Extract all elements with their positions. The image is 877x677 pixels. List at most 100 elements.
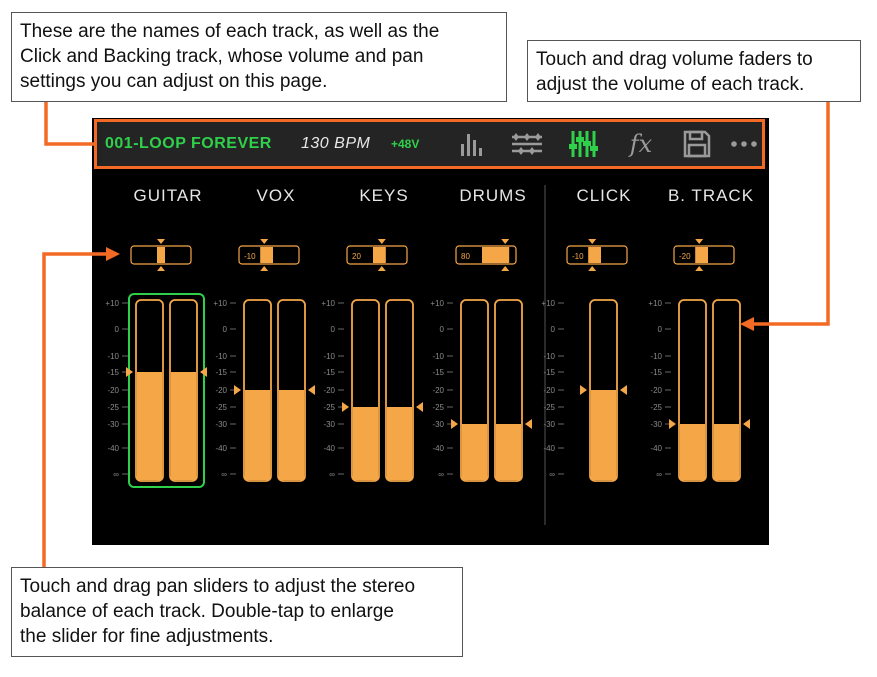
scale-label: -25 [323,403,335,412]
fader-handle-left[interactable] [451,419,458,429]
scale-label: -15 [215,368,227,377]
scale-label: -10 [432,352,444,361]
scale-label: -25 [543,403,555,412]
volume-fader-fill [387,407,412,480]
bar-graph-icon[interactable] [455,128,489,160]
scale-label: -40 [323,444,335,453]
callout-line: balance of each track. Double-tap to enl… [20,601,394,622]
track-name-label[interactable]: KEYS [359,186,408,205]
save-icon[interactable] [680,128,714,160]
pan-value: 80 [461,252,470,261]
mixer-canvas: GUITAR +10 0 -10 -15 -20 -25 -30 -40 ∞ VOX -10 +10 0 -… [105,185,754,525]
fader-handle-left[interactable] [580,385,587,395]
pan-value: -10 [244,252,256,261]
scale-label: -15 [432,368,444,377]
scale-label: 0 [223,325,228,334]
fader-handle-left[interactable] [342,402,349,412]
scale-label: -10 [107,352,119,361]
track-name-label[interactable]: DRUMS [459,186,526,205]
scale-label: 0 [551,325,556,334]
scale-label: -30 [107,420,119,429]
track-name-label[interactable]: B. TRACK [668,186,754,205]
scale-label: -30 [432,420,444,429]
pan-marker-bottom [377,266,386,271]
callout-line: Click and Backing track, whose volume an… [20,46,424,67]
fader-handle-left[interactable] [234,385,241,395]
pan-value: -10 [572,252,584,261]
fader-handle-right[interactable] [620,385,627,395]
pan-marker-bottom [588,266,597,271]
scale-label: -25 [107,403,119,412]
names-callout-line [44,102,94,146]
pan-marker-top [588,239,597,244]
scale-label: ∞ [113,470,119,479]
fx-icon[interactable]: fx [624,128,658,160]
scale-label: ∞ [221,470,227,479]
callout-line: adjust the volume of each track. [536,74,805,95]
scale-label: +10 [105,299,119,308]
volume-fader-fill [353,407,378,480]
scale-label: -30 [543,420,555,429]
volume-fader-fill [462,424,487,480]
mixer-panel: GUITAR +10 0 -10 -15 -20 -25 -30 -40 ∞ VOX -10 +10 0 -… [92,169,769,545]
track-name-label[interactable]: VOX [257,186,296,205]
scale-label: -15 [543,368,555,377]
pan-marker-top [157,239,165,244]
scale-label: -40 [650,444,662,453]
scale-label: -30 [650,420,662,429]
pan-slider-fill [260,247,273,263]
scale-label: -15 [323,368,335,377]
pan-marker-top [377,239,386,244]
scale-label: ∞ [438,470,444,479]
scale-label: 0 [331,325,336,334]
fader-handle-right[interactable] [416,402,423,412]
tempo-bpm[interactable]: 130 BPM [301,122,370,166]
pan-value: -20 [679,252,691,261]
pan-sliders-callout: Touch and drag pan sliders to adjust the… [11,567,463,657]
scale-label: ∞ [656,470,662,479]
scale-label: +10 [541,299,555,308]
callout-line: settings you can adjust on this page. [20,71,328,92]
fader-handle-right[interactable] [525,419,532,429]
scale-label: -15 [107,368,119,377]
scale-label: -10 [650,352,662,361]
pan-marker-bottom [260,266,269,271]
scale-label: -25 [432,403,444,412]
track-name-label[interactable]: CLICK [576,186,631,205]
scale-label: -20 [432,386,444,395]
volume-fader-fill [680,424,705,480]
scale-label: -20 [215,386,227,395]
scale-label: -30 [215,420,227,429]
pan-marker-top [695,239,704,244]
callout-line: Touch and drag pan sliders to adjust the… [20,576,416,597]
scale-label: -25 [650,403,662,412]
scale-label: -20 [543,386,555,395]
scale-label: 0 [440,325,445,334]
volume-faders-callout: Touch and drag volume faders to adjust t… [527,40,861,102]
fader-handle-right[interactable] [743,419,750,429]
pan-marker-bottom [157,266,165,271]
scale-label: -10 [323,352,335,361]
more-icon[interactable] [728,128,762,160]
scale-label: -40 [543,444,555,453]
volume-fader-fill [137,372,162,480]
top-bar: 001-LOOP FOREVER 130 BPM +48V fx [94,119,765,169]
scale-label: -20 [107,386,119,395]
phantom-power-indicator: +48V [391,137,420,151]
mixer-icon[interactable] [567,128,601,160]
scale-label: -30 [323,420,335,429]
fader-handle-right[interactable] [308,385,315,395]
volume-fader-fill [171,372,196,480]
scale-label: +10 [213,299,227,308]
scale-label: -10 [543,352,555,361]
pan-marker-bottom [501,266,510,271]
callout-line: the slider for fine adjustments. [20,626,274,647]
pan-slider-fill [373,247,386,263]
scale-label: +10 [648,299,662,308]
track-name-label[interactable]: GUITAR [134,186,203,205]
song-name[interactable]: 001-LOOP FOREVER [105,122,272,166]
pan-value: 20 [352,252,361,261]
pan-slider-fill [695,247,708,263]
fader-handle-left[interactable] [669,419,676,429]
routing-icon[interactable] [510,128,544,160]
